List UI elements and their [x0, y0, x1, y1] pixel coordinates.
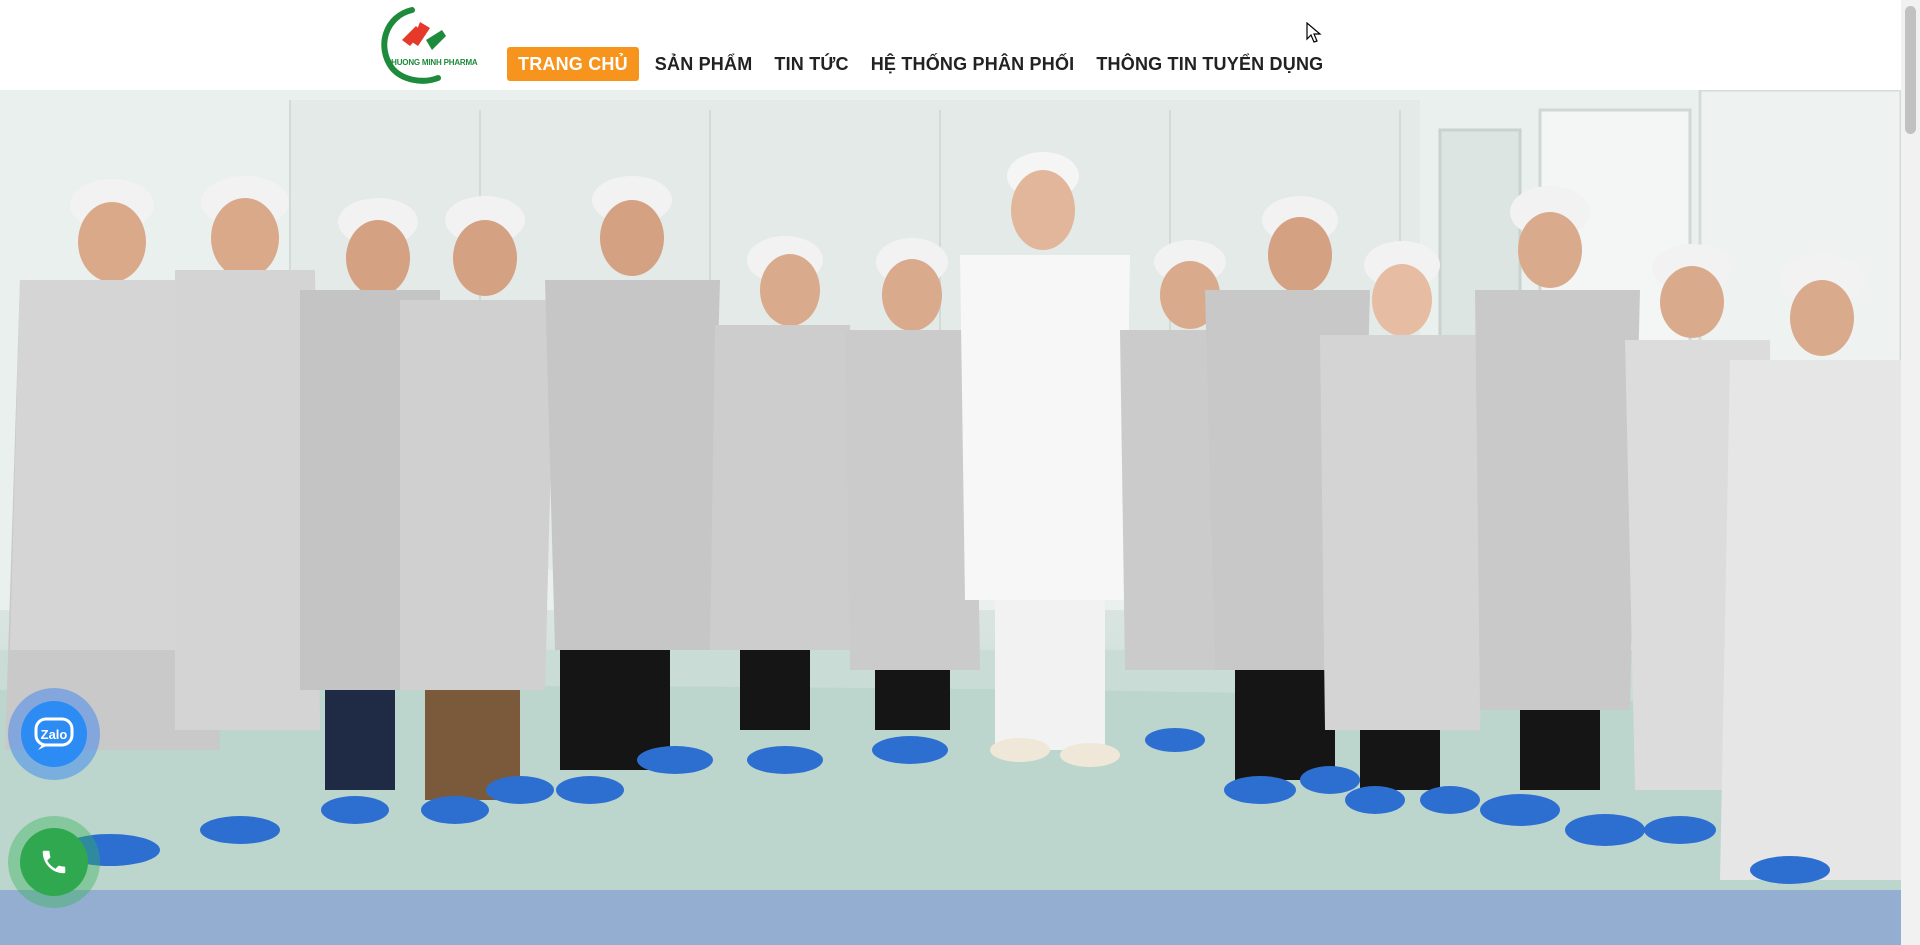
- nav-item-thong-tin-tuyen-dung[interactable]: THÔNG TIN TUYỂN DỤNG: [1085, 47, 1334, 81]
- mouse-cursor-icon: [1306, 21, 1322, 49]
- logo-text: PHUONG MINH PHARMA: [386, 58, 478, 67]
- nav-item-he-thong-phan-phoi[interactable]: HỆ THỐNG PHÂN PHỐI: [860, 47, 1086, 81]
- section-band: [0, 890, 1901, 945]
- phone-icon: [20, 828, 88, 896]
- zalo-label: Zalo: [40, 726, 68, 742]
- page-scrollbar[interactable]: [1901, 0, 1920, 945]
- logo-icon: [381, 7, 446, 84]
- brand-logo[interactable]: [372, 6, 462, 86]
- scrollbar-thumb[interactable]: [1905, 6, 1916, 134]
- zalo-chat-button[interactable]: Zalo: [8, 688, 100, 780]
- nav-item-trang-chu[interactable]: TRANG CHỦ: [507, 47, 639, 81]
- nav-item-tin-tuc[interactable]: TIN TỨC: [763, 47, 859, 81]
- hero-image: [0, 90, 1901, 890]
- nav-item-san-pham[interactable]: SẢN PHẨM: [644, 47, 764, 81]
- site-header: PHUONG MINH PHARMA TRANG CHỦ SẢN PHẨM TI…: [0, 0, 1901, 90]
- main-nav: TRANG CHỦ SẢN PHẨM TIN TỨC HỆ THỐNG PHÂN…: [507, 47, 1334, 81]
- hero-slider[interactable]: [0, 90, 1901, 890]
- phone-glyph-icon: [42, 850, 66, 874]
- call-button[interactable]: [8, 816, 100, 908]
- zalo-icon: Zalo: [21, 701, 87, 767]
